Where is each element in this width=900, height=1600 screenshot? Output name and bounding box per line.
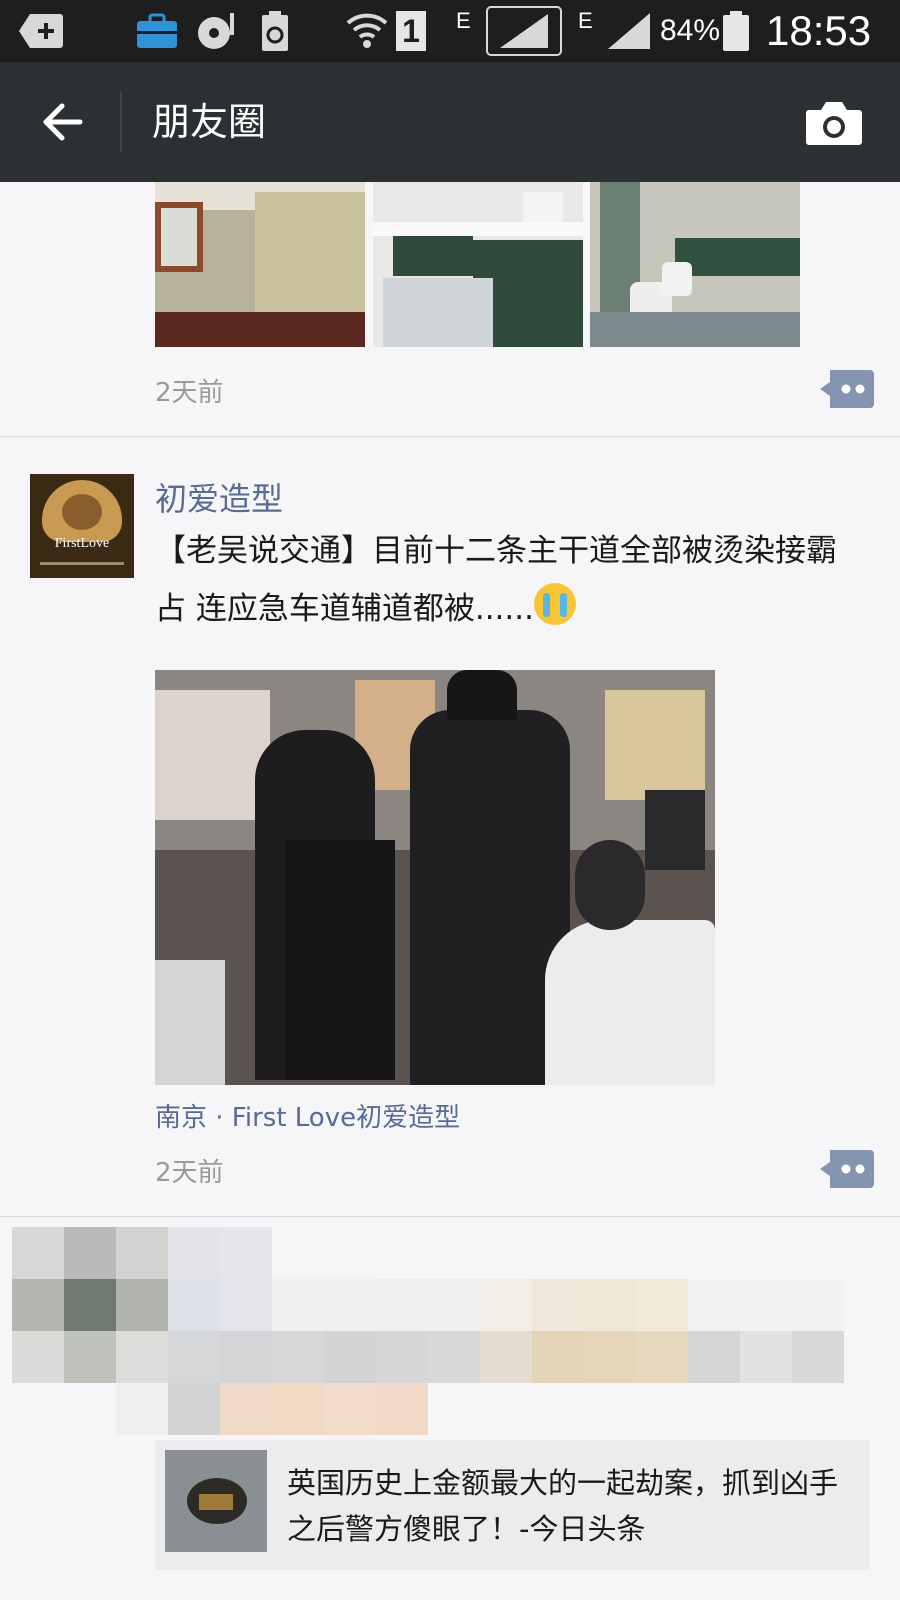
post-photo-bathroom[interactable]	[590, 182, 800, 347]
comment-button[interactable]	[820, 1150, 874, 1188]
post-divider	[0, 1216, 900, 1217]
battery-icon	[722, 0, 750, 62]
network-type-1: E	[456, 8, 471, 33]
post-timestamp: 2天前	[155, 378, 224, 408]
back-arrow-icon	[43, 103, 83, 141]
camera-icon	[806, 102, 862, 145]
author-name[interactable]: 初爱造型	[155, 474, 283, 520]
battery-recycle-icon	[260, 0, 290, 62]
avatar-logo-text: FirstLove	[54, 536, 110, 551]
title-bar: 朋友圈	[0, 62, 900, 182]
shared-link-thumbnail	[165, 1450, 267, 1552]
wifi-icon	[346, 0, 388, 62]
author-avatar[interactable]: FirstLove	[30, 474, 134, 578]
comment-dots-icon	[820, 370, 874, 408]
add-notification-icon	[18, 0, 64, 62]
page-title: 朋友圈	[152, 100, 267, 144]
post-photo-kitchen[interactable]	[373, 182, 583, 347]
post-photo-room[interactable]	[155, 182, 365, 347]
signal-2-icon	[606, 0, 652, 62]
shared-link-card[interactable]: 英国历史上金额最大的一起劫案，抓到凶手之后警方傻眼了！-今日头条	[155, 1440, 870, 1570]
comment-button[interactable]	[820, 370, 874, 408]
title-separator	[120, 92, 122, 152]
briefcase-icon	[136, 0, 178, 62]
post-location[interactable]: 南京 · First Love初爱造型	[155, 1097, 460, 1134]
post-photo-salon[interactable]	[155, 670, 715, 1085]
back-button[interactable]	[30, 90, 94, 154]
sim-badge-text: 1	[396, 11, 426, 51]
post-timestamp: 2天前	[155, 1158, 224, 1188]
camera-button[interactable]	[804, 92, 864, 152]
signal-1-icon	[486, 0, 562, 62]
post-text-content: 【老吴说交通】目前十二条主干道全部被烫染接霸占 连应急车道辅道都被......	[155, 533, 837, 627]
clock-time: 18:53	[766, 7, 872, 54]
status-bar: 1 E E 84% 18:53	[0, 0, 900, 62]
crying-face-icon	[533, 583, 576, 625]
battery-percent: 84%	[660, 14, 721, 47]
moments-feed[interactable]: 2天前 FirstLove 初爱造型 【老吴说交通】目前十二条主干道全部被烫染接…	[0, 182, 900, 1600]
post-text: 【老吴说交通】目前十二条主干道全部被烫染接霸占 连应急车道辅道都被......	[155, 522, 855, 638]
music-disc-icon	[196, 0, 240, 62]
sim-badge: 1	[396, 0, 426, 62]
post-divider	[0, 436, 900, 437]
network-type-2: E	[578, 8, 593, 33]
shared-link-title: 英国历史上金额最大的一起劫案，抓到凶手之后警方傻眼了！-今日头条	[287, 1466, 839, 1546]
comment-dots-icon	[820, 1150, 874, 1188]
